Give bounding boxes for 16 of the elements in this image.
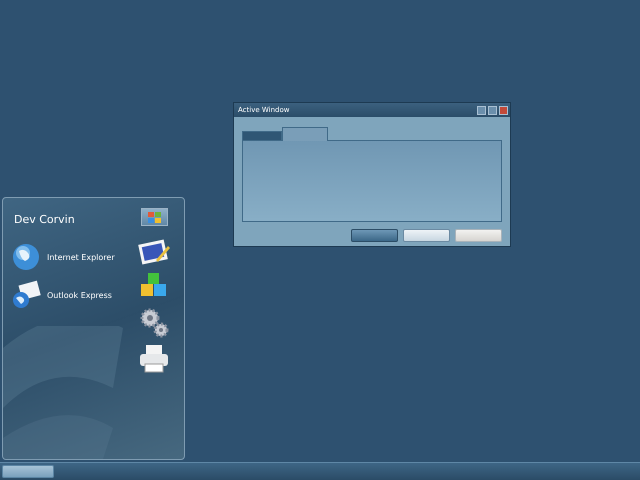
dialog-button[interactable] <box>403 229 450 242</box>
start-button[interactable] <box>2 465 54 478</box>
program-item[interactable]: Outlook Express <box>11 280 134 310</box>
dialog-button[interactable] <box>351 229 398 242</box>
mail-globe-icon <box>11 280 41 310</box>
globe-icon <box>11 242 41 272</box>
gears-icon[interactable] <box>139 308 169 338</box>
close-button[interactable] <box>499 106 508 114</box>
logo-icon <box>148 212 160 222</box>
minimize-button[interactable] <box>477 106 486 114</box>
maximize-button[interactable] <box>488 106 497 114</box>
user-name: Dev Corvin <box>13 212 76 228</box>
printer-icon[interactable] <box>138 344 170 374</box>
tab[interactable] <box>282 127 328 141</box>
program-item[interactable]: Internet Explorer <box>11 242 134 272</box>
logo-button[interactable] <box>140 208 168 226</box>
